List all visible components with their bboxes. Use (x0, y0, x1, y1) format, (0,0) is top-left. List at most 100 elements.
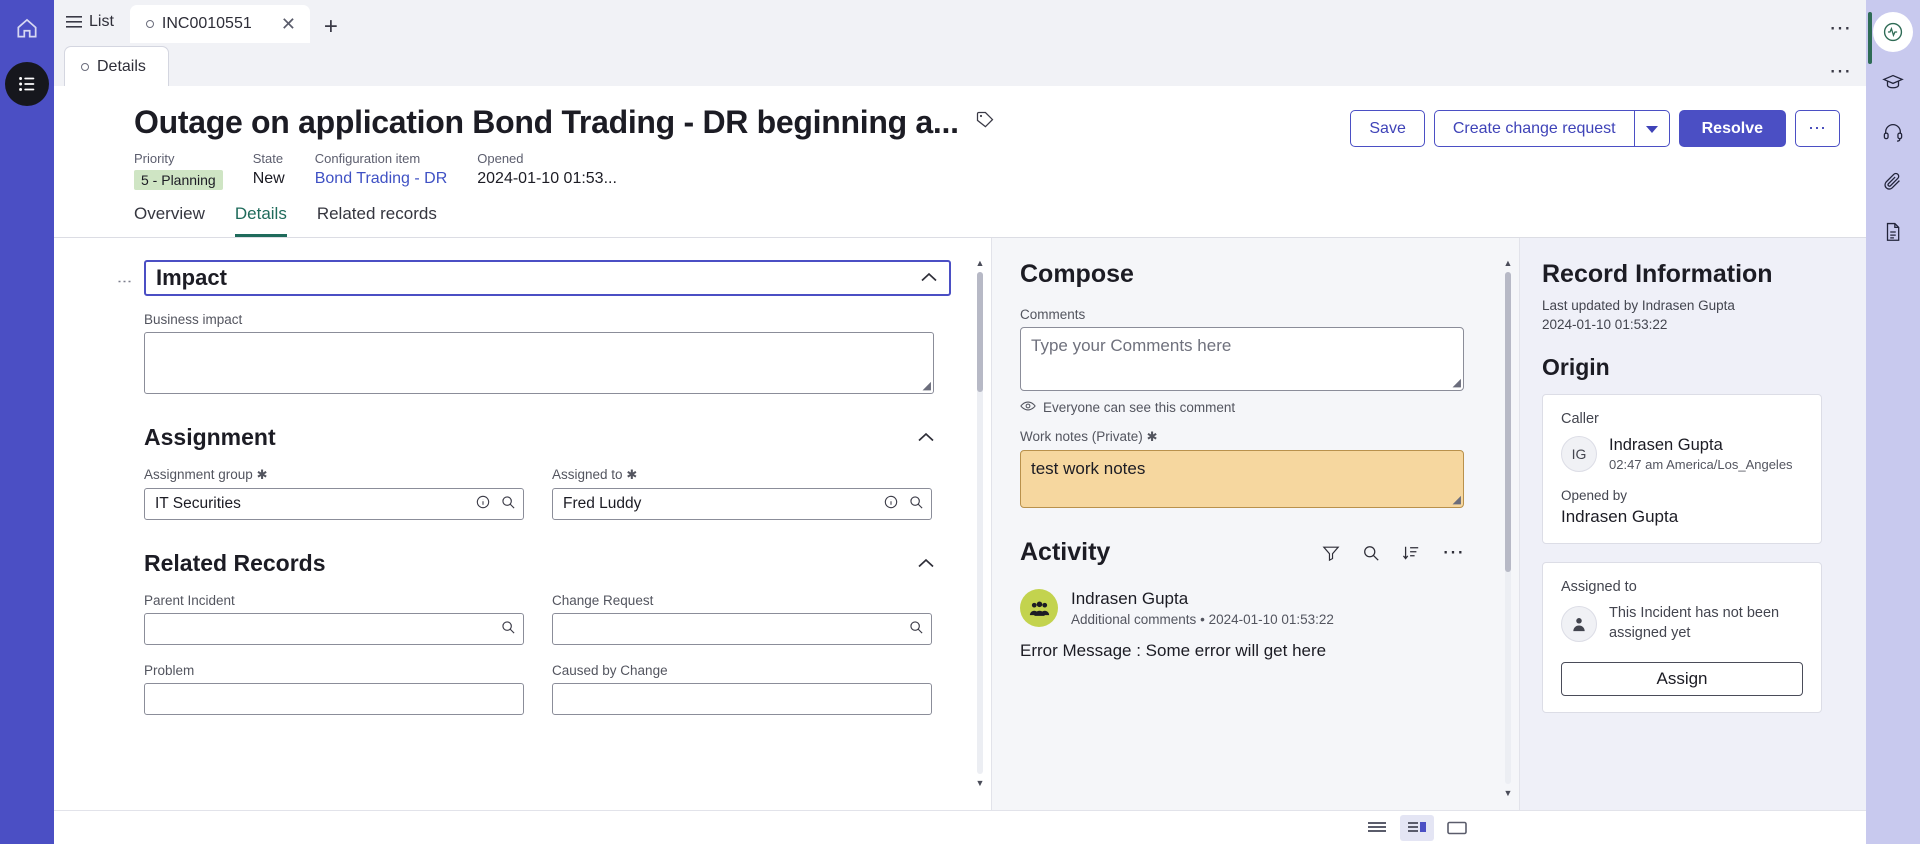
business-impact-textarea[interactable]: ◢ (144, 332, 934, 394)
problem-input[interactable] (144, 683, 524, 715)
activity-entry-meta: Indrasen Gupta Additional comments • 202… (1071, 589, 1334, 627)
search-icon[interactable] (501, 495, 515, 514)
worknotes-input[interactable]: test work notes ◢ (1020, 450, 1464, 508)
field-change-request: Change Request (552, 577, 932, 645)
label-text: Work notes (Private) (1020, 429, 1143, 444)
tab-overview[interactable]: Overview (134, 204, 205, 237)
subtabbar-more-icon[interactable]: ⋯ (1829, 59, 1852, 81)
assigned-to-card: Assigned to This Incident has not been a… (1542, 562, 1822, 714)
section-header-impact[interactable]: Impact (144, 260, 951, 296)
tab-list-button[interactable]: List (54, 0, 130, 43)
page-title: Outage on application Bond Trading - DR … (134, 104, 959, 140)
field-parent-incident: Parent Incident (144, 577, 524, 645)
plus-icon[interactable]: + (310, 15, 354, 43)
tag-icon[interactable] (975, 110, 995, 135)
activity-pulse-icon[interactable] (1873, 12, 1913, 52)
comments-input[interactable]: Type your Comments here ◢ (1020, 327, 1464, 391)
subtab-status-dot-icon (81, 62, 89, 71)
assigned-to-input[interactable]: Fred Luddy (552, 488, 932, 520)
change-request-input[interactable] (552, 613, 932, 645)
sort-icon[interactable] (1402, 544, 1420, 562)
caller-person-text: Indrasen Gupta 02:47 am America/Los_Ange… (1609, 436, 1793, 472)
section-header-related-records[interactable]: Related Records (144, 550, 934, 577)
chevron-up-icon[interactable] (918, 555, 934, 573)
required-asterisk-icon: ✱ (1146, 429, 1158, 444)
meta-value: New (252, 170, 285, 187)
user-icon (1561, 605, 1597, 642)
last-updated-info: Last updated by Indrasen Gupta 2024-01-1… (1542, 296, 1838, 334)
document-icon[interactable] (1873, 212, 1913, 252)
scrollbar-thumb[interactable] (1505, 272, 1511, 572)
comments-label: Comments (1020, 307, 1086, 322)
close-icon[interactable]: ✕ (277, 15, 300, 33)
record-tabs: Overview Details Related records (54, 190, 1866, 238)
info-icon[interactable] (476, 495, 490, 514)
worknotes-label: Work notes (Private) ✱ (1020, 429, 1479, 445)
create-change-request-button[interactable]: Create change request (1433, 110, 1634, 147)
opened-by-name: Indrasen Gupta (1561, 507, 1679, 527)
scroll-down-icon[interactable]: ▼ (1503, 788, 1513, 798)
rail-active-indicator (1868, 12, 1872, 64)
input-value: Fred Luddy (563, 495, 642, 512)
parent-incident-input[interactable] (144, 613, 524, 645)
activity-more-icon[interactable]: ⋯ (1442, 541, 1464, 563)
assign-button[interactable]: Assign (1561, 662, 1803, 697)
right-icon-rail (1866, 0, 1920, 844)
configuration-item-link[interactable]: Bond Trading - DR (315, 170, 448, 188)
drag-handle-icon[interactable]: ⋮ (116, 274, 133, 289)
activity-author: Indrasen Gupta (1071, 589, 1189, 608)
all-menu-icon[interactable] (5, 62, 49, 106)
chevron-up-icon[interactable] (918, 429, 934, 447)
subtab-details[interactable]: Details (64, 46, 169, 86)
caused-by-change-input[interactable] (552, 683, 932, 715)
field-assignment-group: Assignment group ✱ IT Securities (144, 451, 524, 520)
search-icon[interactable] (909, 620, 923, 639)
resize-grip-icon[interactable]: ◢ (1453, 378, 1461, 389)
meta-value: 2024-01-10 01:53... (477, 170, 617, 187)
tab-details[interactable]: Details (234, 204, 287, 237)
activity-column: Compose Comments Type your Comments here… (992, 238, 1520, 810)
assignment-fields: Assignment group ✱ IT Securities Assigne… (144, 451, 951, 520)
scroll-up-icon[interactable]: ▲ (1503, 258, 1513, 268)
chevron-up-icon[interactable] (921, 269, 937, 287)
sub-tab-bar: Details ⋯ (54, 43, 1866, 86)
caller-name[interactable]: Indrasen Gupta (1609, 436, 1793, 455)
scroll-down-icon[interactable]: ▼ (975, 778, 985, 788)
search-icon[interactable] (501, 620, 515, 639)
tabbar-more-icon[interactable]: ⋯ (1829, 16, 1852, 38)
headset-icon[interactable] (1873, 112, 1913, 152)
meta-state: State New (253, 151, 285, 190)
tab-related-records[interactable]: Related records (317, 204, 437, 237)
split-view-icon[interactable] (1400, 814, 1434, 841)
assignment-group-input[interactable]: IT Securities (144, 488, 524, 520)
info-icon[interactable] (884, 495, 898, 514)
scrollbar-thumb[interactable] (977, 272, 983, 392)
filter-icon[interactable] (1322, 544, 1340, 562)
origin-heading: Origin (1542, 354, 1610, 381)
meta-label: Priority (134, 151, 175, 166)
meta-label: Opened (477, 151, 524, 166)
form-scrollbar[interactable]: ▲ ▼ (975, 258, 985, 788)
search-icon[interactable] (1362, 544, 1380, 562)
resolve-button[interactable]: Resolve (1678, 110, 1786, 147)
record-information-inner: Record Information Last updated by Indra… (1520, 238, 1866, 714)
full-view-icon[interactable] (1440, 815, 1474, 841)
view-toggle-bar (54, 810, 1866, 844)
resize-grip-icon[interactable]: ◢ (1453, 495, 1461, 506)
list-view-icon[interactable] (1360, 815, 1394, 841)
home-icon[interactable] (5, 6, 49, 50)
paperclip-icon[interactable] (1873, 162, 1913, 202)
record-meta-row: Priority 5 - Planning State New Configur… (134, 151, 1350, 190)
activity-scrollbar[interactable]: ▲ ▼ (1503, 258, 1513, 798)
resize-grip-icon[interactable]: ◢ (923, 381, 931, 392)
graduation-cap-icon[interactable] (1873, 62, 1913, 102)
save-button[interactable]: Save (1350, 110, 1425, 147)
record-shell: Outage on application Bond Trading - DR … (54, 86, 1866, 844)
record-tab[interactable]: INC0010551 ✕ (129, 5, 310, 43)
section-header-assignment[interactable]: Assignment (144, 424, 934, 451)
search-icon[interactable] (909, 495, 923, 514)
record-more-icon[interactable]: ⋯ (1795, 110, 1840, 147)
chevron-down-icon[interactable] (1633, 110, 1670, 147)
list-item: Indrasen Gupta Additional comments • 202… (1020, 589, 1470, 661)
scroll-up-icon[interactable]: ▲ (975, 258, 985, 268)
